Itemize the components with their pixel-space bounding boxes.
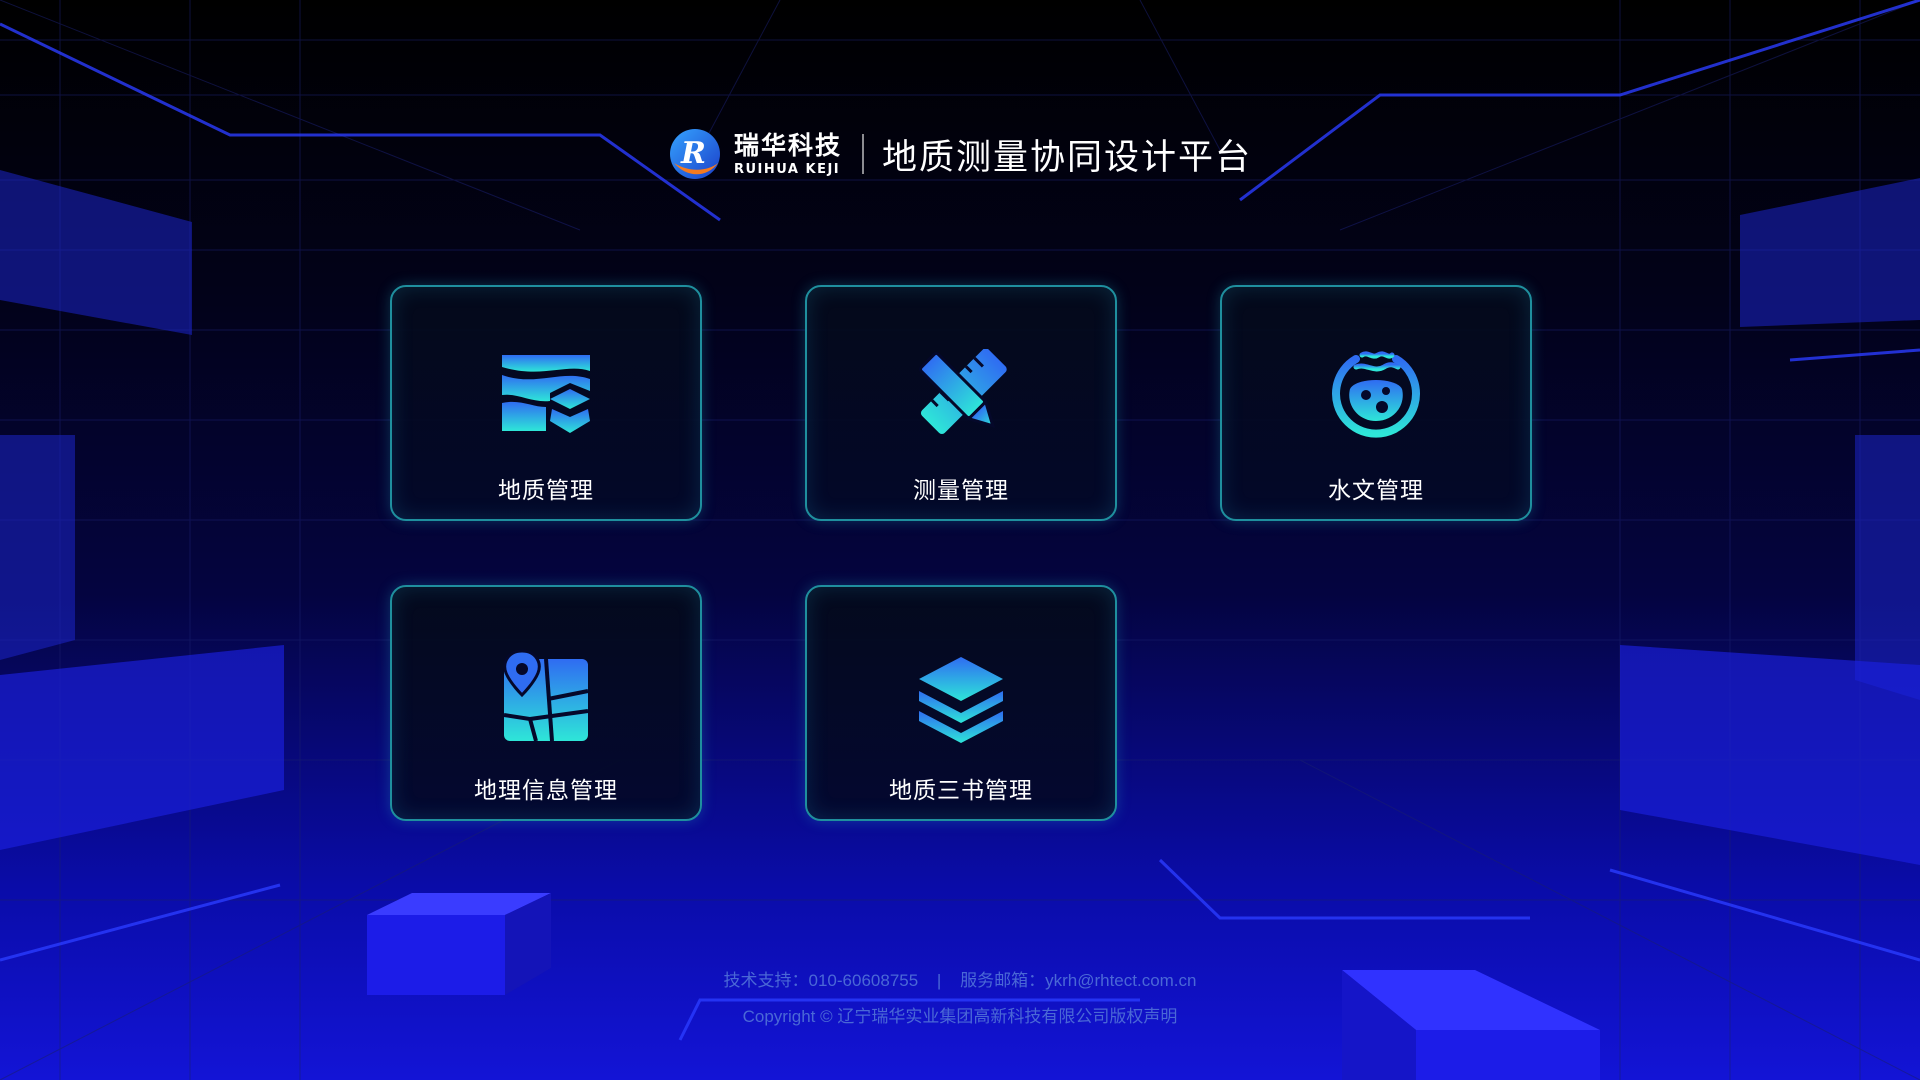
geology-layers-icon [502,355,590,433]
module-card-three-books[interactable]: 地质三书管理 [805,585,1117,821]
support-phone: 技术支持：010-60608755 [723,971,919,990]
map-pin-icon [503,649,589,742]
module-label: 地理信息管理 [474,778,618,804]
header-divider [862,134,864,174]
module-label: 测量管理 [913,478,1009,504]
page-header: R 瑞华科技 RUIHUA KEJI 地质测量协同设计平台 [0,122,1920,186]
module-label: 地质三书管理 [889,778,1033,804]
stacked-layers-icon [919,657,1003,743]
pencil-ruler-icon [919,349,1007,435]
water-flask-icon [1332,351,1420,438]
brand-name-cn: 瑞华科技 [733,130,842,160]
module-card-geology[interactable]: 地质管理 [390,285,702,521]
brand-logo-text: 瑞华科技 RUIHUA KEJI [734,133,842,176]
footer-contact: 技术支持：010-60608755 | 服务邮箱：ykrh@rhtect.com… [0,966,1920,991]
support-email: 服务邮箱：ykrh@rhtect.com.cn [960,971,1197,990]
ruihua-logo-icon: R [669,129,720,179]
platform-title: 地质测量协同设计平台 [882,137,1253,178]
svg-text:R: R [680,136,706,171]
module-card-hydrology[interactable]: 水文管理 [1220,285,1532,521]
module-label: 水文管理 [1328,478,1424,504]
module-card-survey[interactable]: 测量管理 [805,285,1117,521]
footer-separator: | [936,971,942,990]
module-card-gis[interactable]: 地理信息管理 [390,585,702,821]
module-label: 地质管理 [498,478,594,504]
footer-copyright: Copyright © 辽宁瑞华实业集团高新科技有限公司版权声明 [742,1007,1178,1026]
brand-name-en: RUIHUA KEJI [733,161,841,177]
